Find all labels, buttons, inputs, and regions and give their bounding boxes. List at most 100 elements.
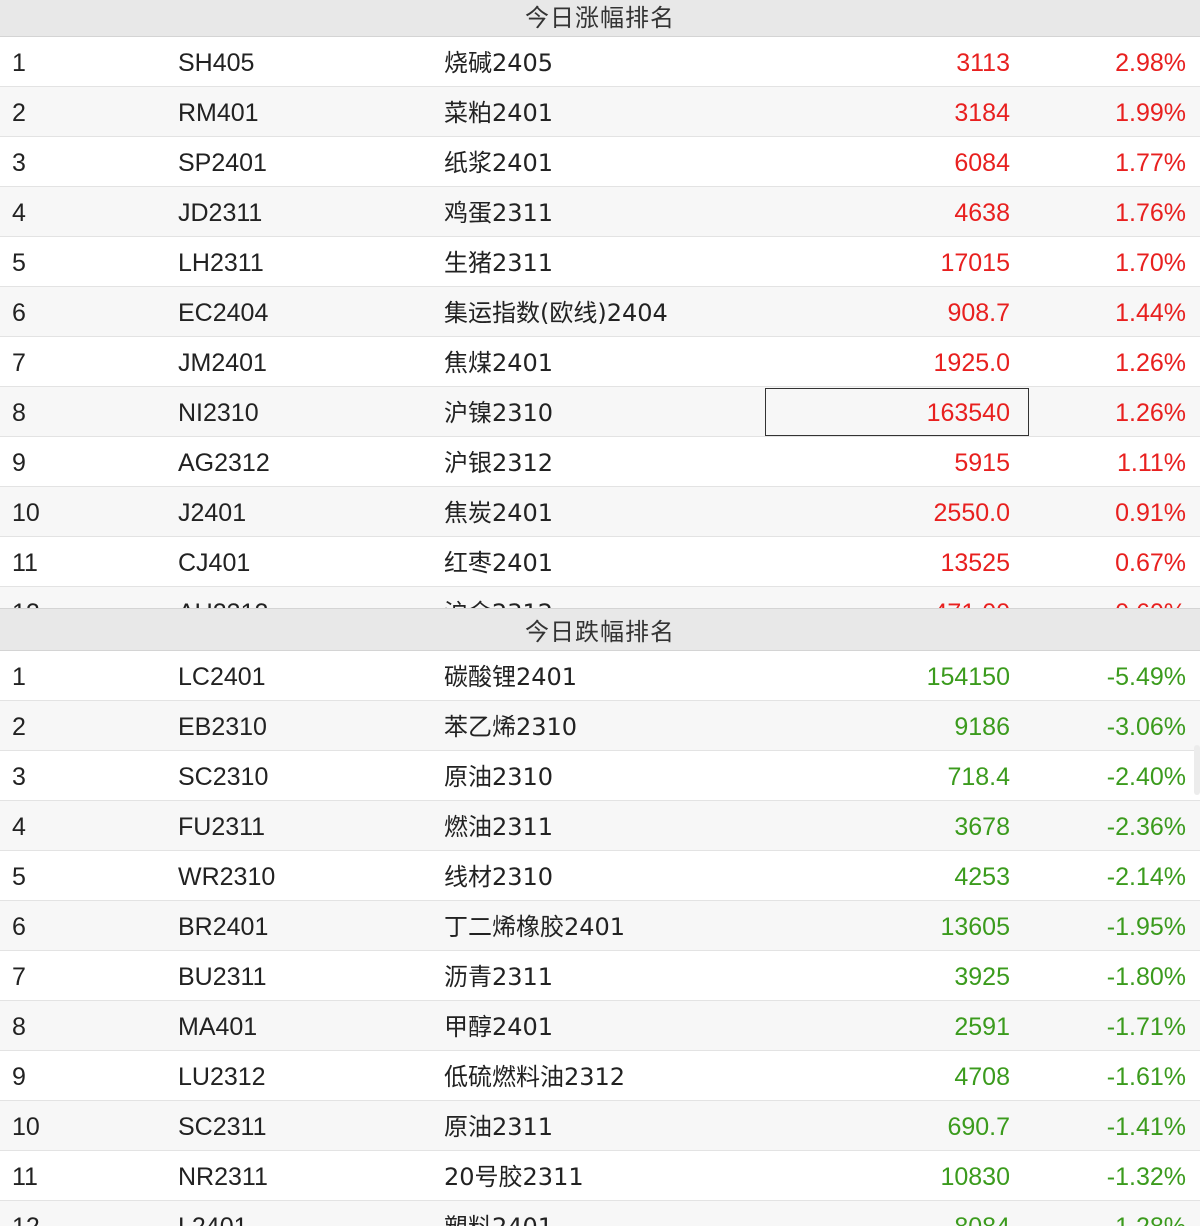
latest-price-cell: 10830 — [940, 1163, 1010, 1191]
rise-ranking-section: 今日涨幅排名 1 SH405 烧碱2405 3113 2.98% 2 RM401 菜粕2401… — [0, 0, 1200, 608]
contract-name-cell: 沪镍2310 — [444, 399, 554, 427]
latest-price-cell: 908.7 — [947, 299, 1010, 327]
latest-price-cell: 1925.0 — [933, 349, 1010, 377]
contract-name-cell: 原油2310 — [444, 763, 554, 791]
rank-cell: 9 — [12, 1063, 26, 1091]
table-row[interactable]: 8 NI2310 沪镍2310 163540 1.26% — [0, 387, 1200, 437]
table-row[interactable]: 5 WR2310 线材2310 4253 -2.14% — [0, 851, 1200, 901]
table-row[interactable]: 3 SP2401 纸浆2401 6084 1.77% — [0, 137, 1200, 187]
contract-code-cell: LU2312 — [178, 1063, 266, 1091]
change-percent-cell: -1.32% — [1106, 1163, 1186, 1191]
table-row[interactable]: 5 LH2311 生猪2311 17015 1.70% — [0, 237, 1200, 287]
rank-cell: 11 — [12, 1163, 38, 1191]
scrollbar-thumb[interactable] — [1194, 745, 1200, 795]
table-row[interactable]: 6 BR2401 丁二烯橡胶2401 13605 -1.95% — [0, 901, 1200, 951]
change-percent-cell: -5.49% — [1106, 663, 1186, 691]
latest-price-cell: 3925 — [954, 963, 1010, 991]
latest-price-cell: 6084 — [954, 149, 1010, 177]
table-row[interactable]: 1 LC2401 碳酸锂2401 154150 -5.49% — [0, 651, 1200, 701]
latest-price-cell: 13605 — [940, 913, 1010, 941]
change-percent-cell: -1.61% — [1106, 1063, 1186, 1091]
contract-name-cell: 菜粕2401 — [444, 99, 554, 127]
contract-name-cell: 沪银2312 — [444, 449, 554, 477]
change-percent-cell: -2.36% — [1106, 813, 1186, 841]
rank-cell: 3 — [12, 149, 26, 177]
rank-cell: 8 — [12, 1013, 26, 1041]
table-row[interactable]: 7 BU2311 沥青2311 3925 -1.80% — [0, 951, 1200, 1001]
latest-price-cell: 3678 — [954, 813, 1010, 841]
latest-price-cell: 17015 — [940, 249, 1010, 277]
table-row[interactable]: 9 AG2312 沪银2312 5915 1.11% — [0, 437, 1200, 487]
change-percent-cell: -1.28% — [1107, 1201, 1186, 1226]
change-percent-cell: -1.41% — [1106, 1113, 1186, 1141]
contract-code-cell: J2401 — [178, 499, 247, 527]
contract-name-cell: 苯乙烯2310 — [444, 713, 578, 741]
table-row[interactable]: 10 SC2311 原油2311 690.7 -1.41% — [0, 1101, 1200, 1151]
table-row[interactable]: 9 LU2312 低硫燃料油2312 4708 -1.61% — [0, 1051, 1200, 1101]
change-percent-cell: 2.98% — [1115, 49, 1186, 77]
latest-price-cell: 2591 — [954, 1013, 1010, 1041]
contract-name-cell: 20号胶2311 — [444, 1163, 584, 1191]
table-row[interactable]: 4 FU2311 燃油2311 3678 -2.36% — [0, 801, 1200, 851]
change-percent-cell: -3.06% — [1106, 713, 1186, 741]
change-percent-cell: 1.44% — [1115, 299, 1186, 327]
latest-price-cell: 4708 — [954, 1063, 1010, 1091]
change-percent-cell: 1.77% — [1115, 149, 1186, 177]
rank-cell: 10 — [12, 1113, 40, 1141]
change-percent-cell: 1.26% — [1115, 399, 1186, 427]
latest-price-cell: 471.00 — [934, 587, 1010, 608]
rank-cell: 10 — [12, 499, 40, 527]
table-row[interactable]: 11 CJ401 红枣2401 13525 0.67% — [0, 537, 1200, 587]
table-row[interactable]: 12 AU2312 沪金2312 471.00 0.60% — [0, 587, 1200, 608]
rank-cell: 1 — [12, 49, 26, 77]
latest-price-cell: 690.7 — [947, 1113, 1010, 1141]
rank-cell: 4 — [12, 813, 26, 841]
change-percent-cell: 1.76% — [1115, 199, 1186, 227]
contract-code-cell: L2401 — [178, 1201, 248, 1226]
rank-cell: 8 — [12, 399, 26, 427]
table-row[interactable]: 4 JD2311 鸡蛋2311 4638 1.76% — [0, 187, 1200, 237]
contract-code-cell: NI2310 — [178, 399, 259, 427]
contract-name-cell: 低硫燃料油2312 — [444, 1063, 626, 1091]
table-row[interactable]: 12 L2401 塑料2401 8084 -1.28% — [0, 1201, 1200, 1226]
contract-code-cell: CJ401 — [178, 549, 251, 577]
rank-cell: 1 — [12, 663, 26, 691]
change-percent-cell: -1.95% — [1106, 913, 1186, 941]
contract-name-cell: 塑料2401 — [444, 1201, 553, 1226]
contract-name-cell: 纸浆2401 — [444, 149, 554, 177]
table-row[interactable]: 1 SH405 烧碱2405 3113 2.98% — [0, 37, 1200, 87]
contract-name-cell: 线材2310 — [444, 863, 554, 891]
contract-code-cell: EB2310 — [178, 713, 267, 741]
table-row[interactable]: 2 RM401 菜粕2401 3184 1.99% — [0, 87, 1200, 137]
table-row[interactable]: 11 NR2311 20号胶2311 10830 -1.32% — [0, 1151, 1200, 1201]
contract-name-cell: 沪金2312 — [444, 587, 553, 608]
latest-price-cell: 3113 — [956, 49, 1010, 77]
latest-price-cell: 718.4 — [947, 763, 1010, 791]
contract-code-cell: RM401 — [178, 99, 259, 127]
rank-cell: 12 — [12, 1201, 40, 1226]
rank-cell: 11 — [12, 549, 38, 577]
contract-code-cell: SP2401 — [178, 149, 267, 177]
contract-code-cell: WR2310 — [178, 863, 276, 891]
contract-code-cell: SC2310 — [178, 763, 269, 791]
contract-code-cell: NR2311 — [178, 1163, 268, 1191]
fall-ranking-section: 今日跌幅排名 1 LC2401 碳酸锂2401 154150 -5.49% 2 EB2310… — [0, 608, 1200, 1226]
contract-code-cell: AU2312 — [178, 587, 268, 608]
contract-name-cell: 碳酸锂2401 — [444, 663, 578, 691]
latest-price-cell: 154150 — [926, 663, 1010, 691]
rank-cell: 6 — [12, 913, 26, 941]
contract-code-cell: LH2311 — [178, 249, 264, 277]
rank-cell: 12 — [12, 587, 40, 608]
latest-price-cell: 2550.0 — [933, 499, 1010, 527]
table-row[interactable]: 3 SC2310 原油2310 718.4 -2.40% — [0, 751, 1200, 801]
rank-cell: 7 — [12, 963, 26, 991]
rank-cell: 4 — [12, 199, 26, 227]
table-row[interactable]: 6 EC2404 集运指数(欧线)2404 908.7 1.44% — [0, 287, 1200, 337]
table-row[interactable]: 8 MA401 甲醇2401 2591 -1.71% — [0, 1001, 1200, 1051]
table-row[interactable]: 2 EB2310 苯乙烯2310 9186 -3.06% — [0, 701, 1200, 751]
rank-cell: 6 — [12, 299, 26, 327]
contract-name-cell: 燃油2311 — [444, 813, 554, 841]
table-row[interactable]: 7 JM2401 焦煤2401 1925.0 1.26% — [0, 337, 1200, 387]
contract-name-cell: 红枣2401 — [444, 549, 554, 577]
table-row[interactable]: 10 J2401 焦炭2401 2550.0 0.91% — [0, 487, 1200, 537]
